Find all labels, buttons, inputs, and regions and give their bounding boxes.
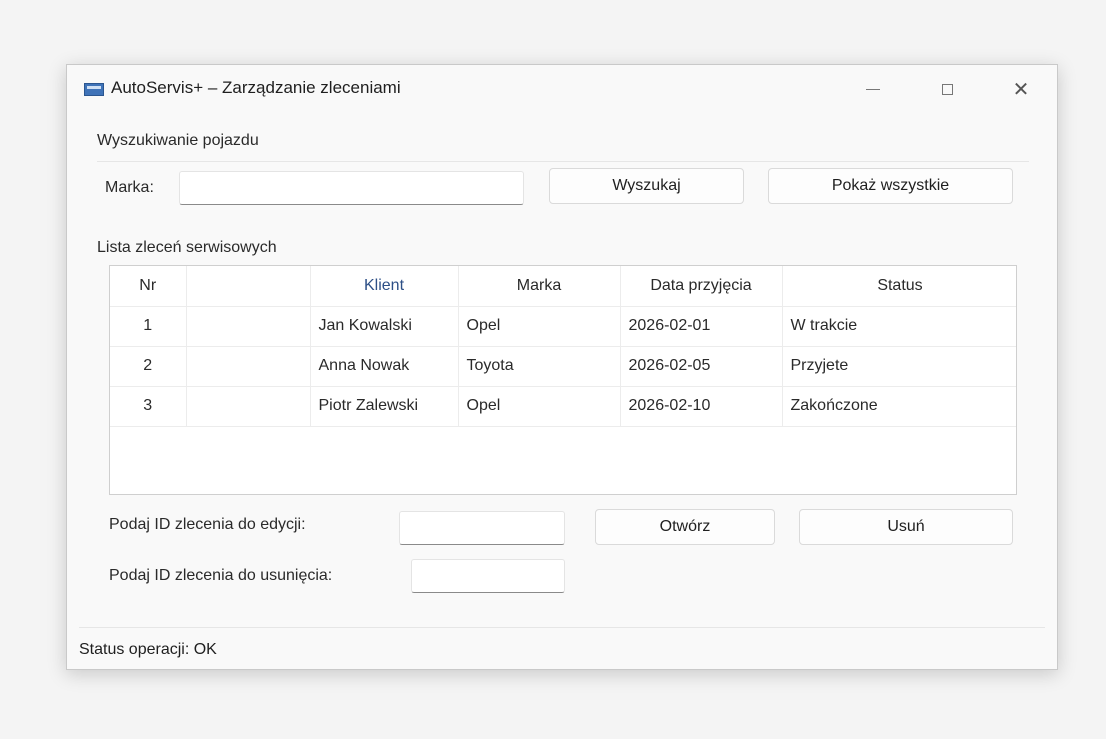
cell-data-przyjecia: 2026-02-05 xyxy=(620,346,783,387)
status-bar: Status operacji: OK xyxy=(67,631,1057,669)
cell-blank xyxy=(186,346,311,387)
cell-status: Przyjete xyxy=(782,346,1016,387)
cell-klient: Piotr Zalewski xyxy=(310,386,459,427)
column-header-blank[interactable] xyxy=(186,266,311,307)
minimize-icon xyxy=(866,88,880,90)
open-button[interactable]: Otwórz xyxy=(595,509,775,545)
cell-status: W trakcie xyxy=(782,306,1016,347)
marka-label: Marka: xyxy=(105,179,154,196)
cell-marka: Opel xyxy=(458,386,621,427)
cell-data-przyjecia: 2026-02-10 xyxy=(620,386,783,427)
cell-klient: Jan Kowalski xyxy=(310,306,459,347)
edit-id-input[interactable] xyxy=(399,511,565,545)
edit-id-label: Podaj ID zlecenia do edycji: xyxy=(109,516,306,533)
cell-klient: Anna Nowak xyxy=(310,346,459,387)
close-icon: ✕ xyxy=(1012,78,1030,101)
minimize-button[interactable] xyxy=(853,75,893,103)
maximize-icon xyxy=(941,83,953,95)
table-row[interactable]: 3 Piotr Zalewski Opel 2026-02-10 Zakończ… xyxy=(110,386,1016,427)
search-group-title: Wyszukiwanie pojazdu xyxy=(97,132,259,149)
status-divider xyxy=(79,627,1045,628)
delete-button[interactable]: Usuń xyxy=(799,509,1013,545)
column-header-data-przyjecia[interactable]: Data przyjęcia xyxy=(620,266,783,307)
table-row[interactable]: 1 Jan Kowalski Opel 2026-02-01 W trakcie xyxy=(110,306,1016,347)
show-all-button[interactable]: Pokaż wszystkie xyxy=(768,168,1013,204)
orders-group-title: Lista zleceń serwisowych xyxy=(97,239,277,256)
cell-data-przyjecia: 2026-02-01 xyxy=(620,306,783,347)
app-window-icon xyxy=(84,83,104,96)
maximize-button[interactable] xyxy=(927,75,967,103)
delete-id-input[interactable] xyxy=(411,559,565,593)
title-bar[interactable]: AutoServis+ – Zarządzanie zleceniami ✕ xyxy=(67,65,1057,113)
orders-table[interactable]: Nr Klient Marka Data przyjęcia Status 1 … xyxy=(109,265,1017,495)
table-header-row: Nr Klient Marka Data przyjęcia Status xyxy=(110,266,1016,307)
cell-status: Zakończone xyxy=(782,386,1016,427)
delete-id-label: Podaj ID zlecenia do usunięcia: xyxy=(109,567,333,584)
main-window: AutoServis+ – Zarządzanie zleceniami ✕ W… xyxy=(66,64,1058,670)
table-row[interactable]: 2 Anna Nowak Toyota 2026-02-05 Przyjete xyxy=(110,346,1016,387)
window-title: AutoServis+ – Zarządzanie zleceniami xyxy=(111,78,401,97)
search-button[interactable]: Wyszukaj xyxy=(549,168,744,204)
cell-nr: 2 xyxy=(110,346,187,387)
search-group-divider xyxy=(97,161,1029,162)
close-button[interactable]: ✕ xyxy=(1001,75,1041,103)
cell-marka: Opel xyxy=(458,306,621,347)
cell-marka: Toyota xyxy=(458,346,621,387)
marka-input[interactable] xyxy=(179,171,524,205)
cell-nr: 1 xyxy=(110,306,187,347)
status-text: Status operacji: OK xyxy=(79,641,217,658)
cell-nr: 3 xyxy=(110,386,187,427)
column-header-klient[interactable]: Klient xyxy=(310,266,459,307)
column-header-nr[interactable]: Nr xyxy=(110,266,187,307)
cell-blank xyxy=(186,386,311,427)
column-header-status[interactable]: Status xyxy=(782,266,1016,307)
column-header-marka[interactable]: Marka xyxy=(458,266,621,307)
cell-blank xyxy=(186,306,311,347)
